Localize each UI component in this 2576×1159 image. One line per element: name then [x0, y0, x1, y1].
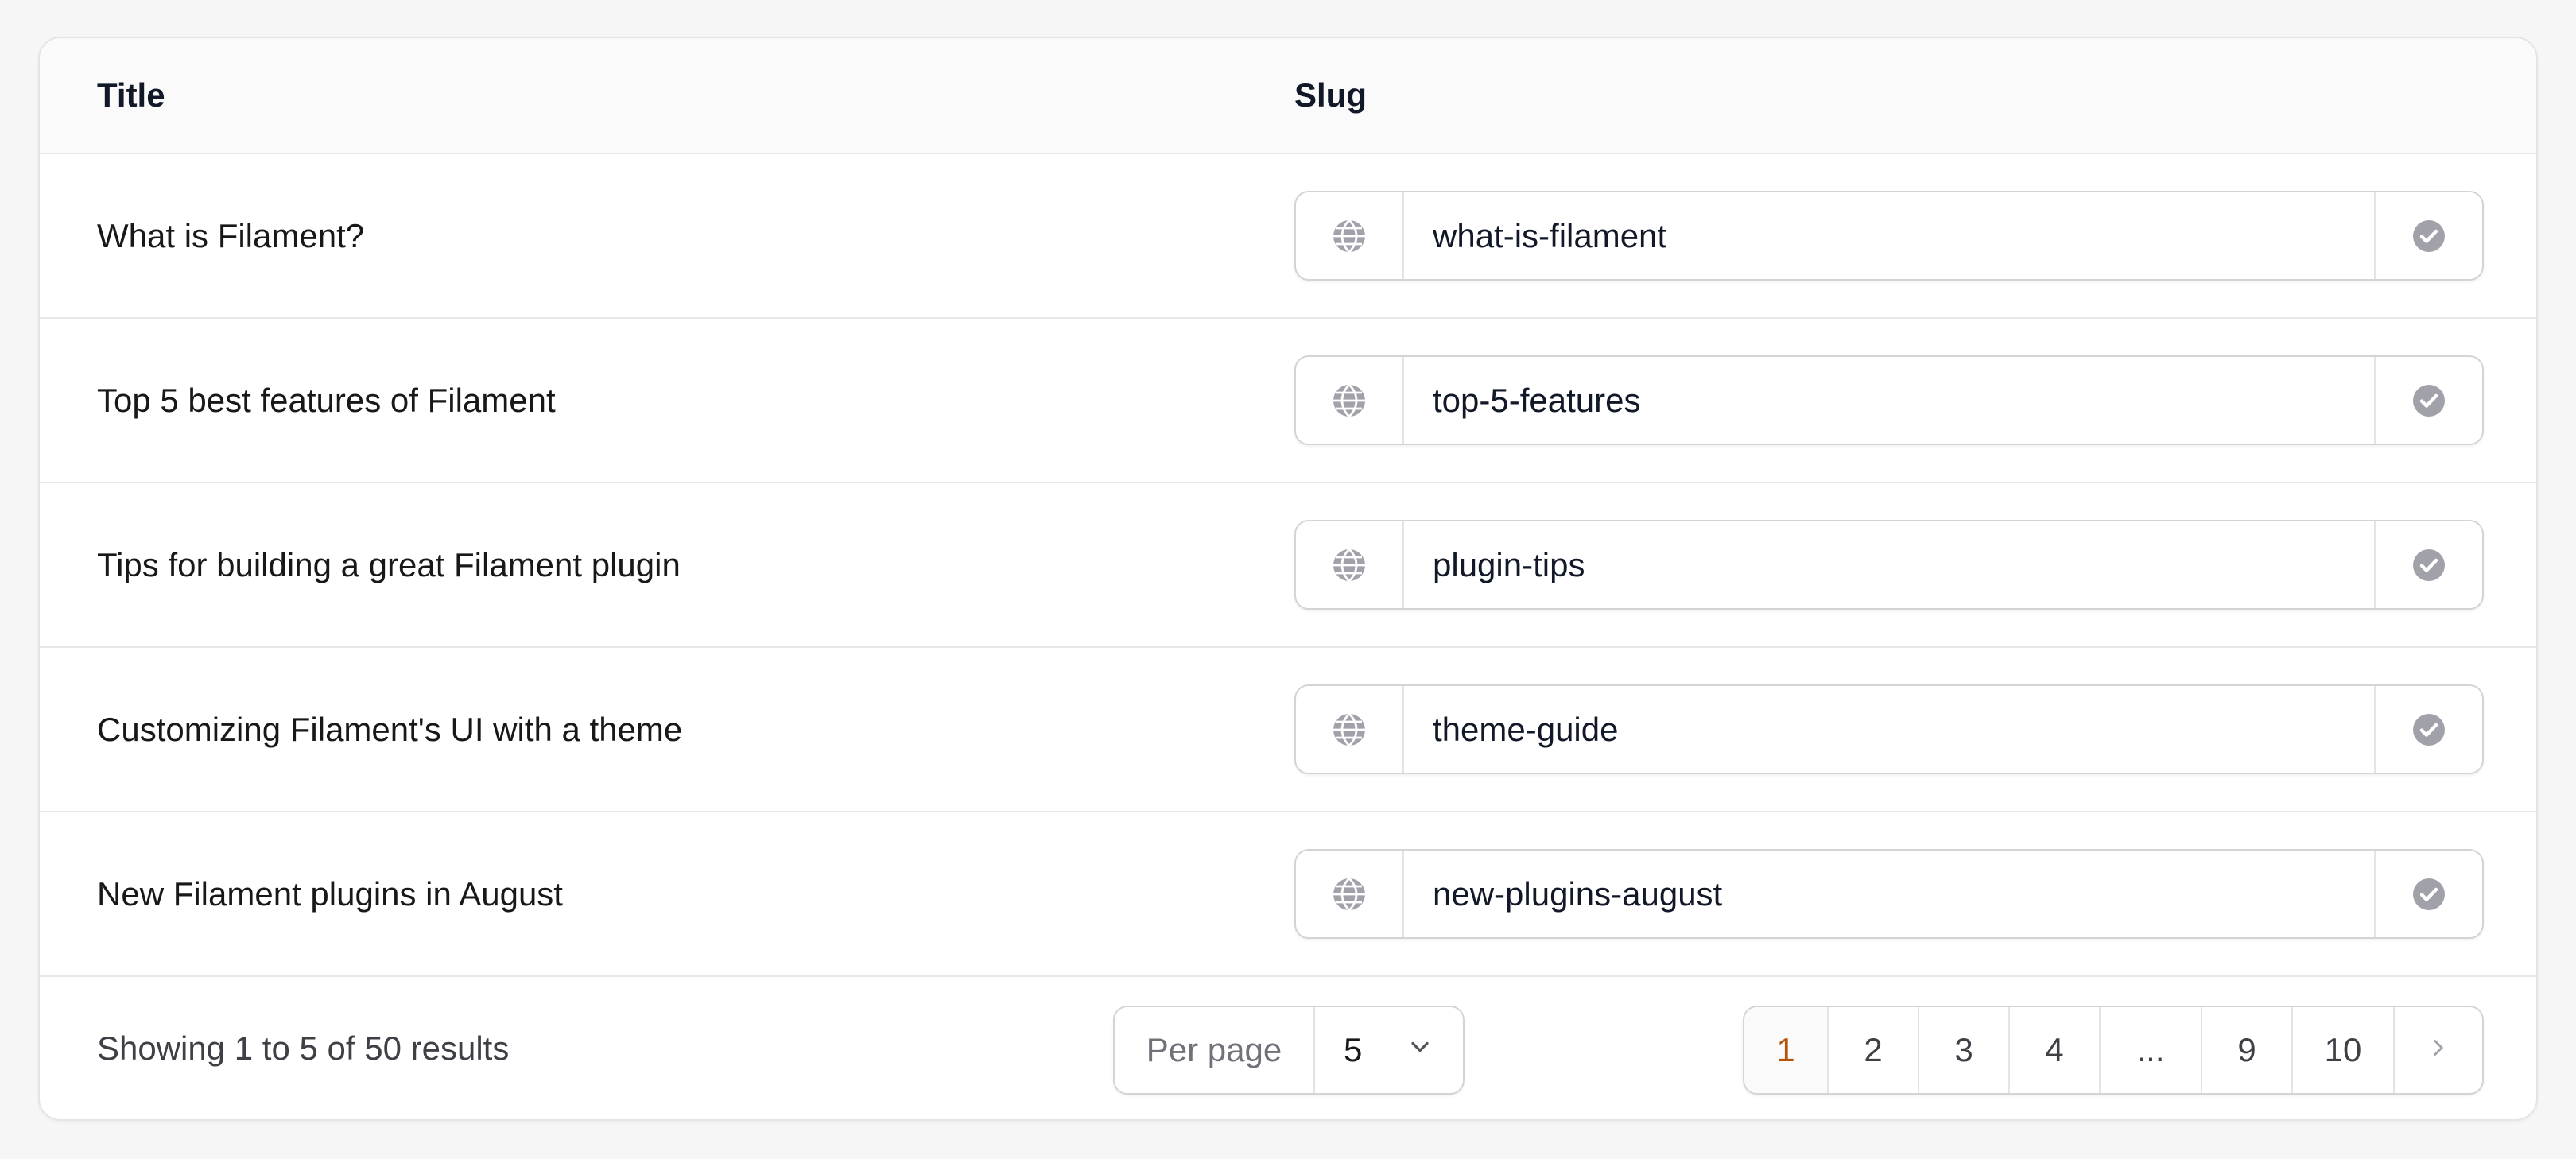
- per-page-control: Per page 5: [1113, 1006, 1465, 1095]
- check-circle-icon: [2374, 521, 2482, 608]
- title-cell: New Filament plugins in August: [97, 875, 563, 913]
- slug-field: [1294, 684, 2484, 774]
- per-page-label: Per page: [1115, 1007, 1315, 1093]
- page-button-1[interactable]: 1: [1744, 1007, 1827, 1093]
- slug-field: [1294, 355, 2484, 445]
- slug-field: [1294, 849, 2484, 939]
- table-row: Customizing Filament's UI with a theme: [40, 648, 2536, 812]
- check-circle-icon: [2374, 192, 2482, 279]
- globe-icon: [1296, 357, 1404, 444]
- globe-icon: [1296, 686, 1404, 773]
- title-cell: Customizing Filament's UI with a theme: [97, 711, 683, 748]
- table-row: What is Filament?: [40, 154, 2536, 319]
- page-button-10[interactable]: 10: [2291, 1007, 2393, 1093]
- check-circle-icon: [2374, 851, 2482, 937]
- title-cell: Top 5 best features of Filament: [97, 382, 556, 419]
- globe-icon: [1296, 851, 1404, 937]
- table-row: Top 5 best features of Filament: [40, 319, 2536, 483]
- page-button-9[interactable]: 9: [2201, 1007, 2291, 1093]
- chevron-right-icon: [2425, 1031, 2452, 1069]
- slug-input[interactable]: [1404, 686, 2374, 773]
- page-button-4[interactable]: 4: [2008, 1007, 2099, 1093]
- slug-input[interactable]: [1404, 851, 2374, 937]
- table-row: New Filament plugins in August: [40, 812, 2536, 977]
- column-header-slug[interactable]: Slug: [1294, 38, 1367, 153]
- slug-input[interactable]: [1404, 521, 2374, 608]
- check-circle-icon: [2374, 686, 2482, 773]
- globe-icon: [1296, 521, 1404, 608]
- results-summary: Showing 1 to 5 of 50 results: [97, 1029, 510, 1067]
- pagination: 1 2 3 4 ... 9 10: [1743, 1006, 2484, 1095]
- globe-icon: [1296, 192, 1404, 279]
- title-cell: What is Filament?: [97, 217, 365, 254]
- page-button-3[interactable]: 3: [1918, 1007, 2008, 1093]
- slug-field: [1294, 520, 2484, 610]
- table-header: Title Slug: [40, 38, 2536, 154]
- slug-table: Title Slug What is Filament? Top 5 best …: [38, 37, 2538, 1121]
- column-header-title[interactable]: Title: [97, 38, 165, 153]
- title-cell: Tips for building a great Filament plugi…: [97, 546, 681, 583]
- slug-input[interactable]: [1404, 192, 2374, 279]
- per-page-select[interactable]: 5: [1315, 1007, 1463, 1093]
- per-page-value: 5: [1344, 1031, 1363, 1068]
- table-row: Tips for building a great Filament plugi…: [40, 483, 2536, 648]
- chevron-down-icon: [1406, 1031, 1434, 1069]
- page-button-2[interactable]: 2: [1827, 1007, 1918, 1093]
- slug-input[interactable]: [1404, 357, 2374, 444]
- next-page-button[interactable]: [2393, 1007, 2482, 1093]
- table-footer: Showing 1 to 5 of 50 results Per page 5 …: [40, 977, 2536, 1119]
- slug-field: [1294, 191, 2484, 281]
- page-ellipsis: ...: [2099, 1007, 2201, 1093]
- check-circle-icon: [2374, 357, 2482, 444]
